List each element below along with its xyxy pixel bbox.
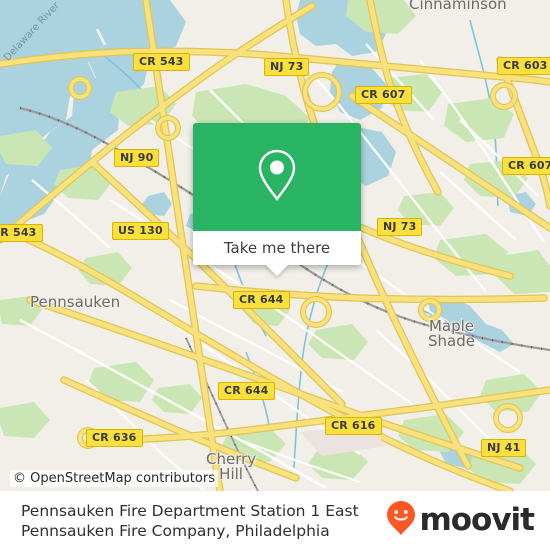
card-action-footer[interactable]: Take me there [193,231,361,265]
caption-line-1: Pennsauken Fire Department Station 1 Eas… [21,501,359,520]
caption-bar: Pennsauken Fire Department Station 1 Eas… [0,491,550,550]
map-canvas[interactable]: Delaware River Cinnaminson Pennsauken Ma… [0,0,550,491]
shield-cr-603[interactable]: CR 603 [497,57,550,75]
shield-nj-73-top[interactable]: NJ 73 [264,58,310,76]
shield-cr-644-lower[interactable]: CR 644 [218,382,275,400]
shield-nj-90[interactable]: NJ 90 [114,149,160,167]
shield-cr-543-top[interactable]: CR 543 [133,53,190,71]
shield-cr-543-left[interactable]: CR 543 [0,224,43,242]
caption-line-2: Pennsauken Fire Company, Philadelphia [21,521,330,540]
moovit-logo[interactable]: moovit [386,500,535,541]
shield-cr-616[interactable]: CR 616 [325,417,382,435]
map-pin-icon [256,148,298,207]
screenshot-root: Delaware River Cinnaminson Pennsauken Ma… [0,0,550,550]
location-info-card[interactable]: Take me there [193,123,361,276]
shield-nj-41[interactable]: NJ 41 [481,439,527,457]
shield-cr-644-upper[interactable]: CR 644 [233,291,290,309]
shield-cr-607-left[interactable]: CR 607 [355,86,412,104]
card-image-area [193,123,361,231]
take-me-there-label: Take me there [223,239,331,257]
shield-cr-636[interactable]: CR 636 [86,429,143,447]
osm-attribution[interactable]: © OpenStreetMap contributors [10,470,218,487]
moovit-pin-smiley-icon [386,500,416,541]
shield-cr-607-right[interactable]: CR 607 [502,157,550,175]
shield-us-130[interactable]: US 130 [112,222,169,240]
location-caption: Pennsauken Fire Department Station 1 Eas… [21,501,359,541]
moovit-wordmark: moovit [419,502,535,538]
shield-nj-73-mid[interactable]: NJ 73 [377,218,423,236]
card-pointer-tail [266,265,288,276]
